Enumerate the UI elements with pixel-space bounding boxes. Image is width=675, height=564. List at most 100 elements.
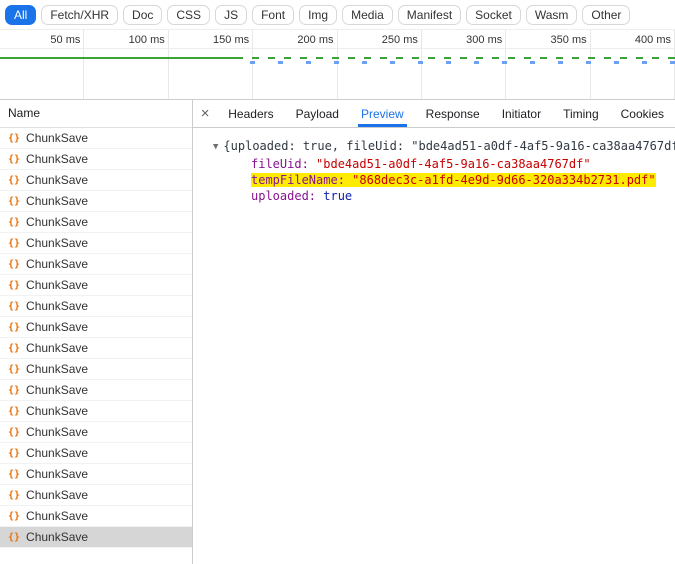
request-row[interactable]: {}ChunkSave <box>0 128 192 149</box>
timeline-gridline: 50 ms <box>0 30 84 99</box>
filter-manifest[interactable]: Manifest <box>398 5 461 25</box>
detail-tab-bar: × HeadersPayloadPreviewResponseInitiator… <box>193 100 675 128</box>
request-name: ChunkSave <box>26 425 88 439</box>
timeline-label: 350 ms <box>551 34 587 46</box>
request-row[interactable]: {} ChunkSave <box>0 296 192 317</box>
filter-socket[interactable]: Socket <box>466 5 521 25</box>
timeline-label: 100 ms <box>129 34 165 46</box>
tab-response[interactable]: Response <box>415 100 491 127</box>
request-row[interactable]: {}ChunkSave <box>0 254 192 275</box>
request-name: ChunkSave <box>26 299 88 313</box>
json-root-summary: {uploaded: true, fileUid: "bde4ad51-a0df… <box>223 139 675 153</box>
request-name: ChunkSave <box>26 467 88 481</box>
preview-pane: ▼ {uploaded: true, fileUid: "bde4ad51-a0d… <box>193 128 675 564</box>
timeline-request-dashes <box>250 61 675 64</box>
json-root-line[interactable]: ▼{uploaded: true, fileUid: "bde4ad51-a0d… <box>213 138 669 155</box>
request-name: ChunkSave <box>26 404 88 418</box>
timeline-gridline: 350 ms <box>506 30 590 99</box>
request-row[interactable]: {}ChunkSave <box>0 212 192 233</box>
timeline-grid: 50 ms100 ms150 ms200 ms250 ms300 ms350 m… <box>0 30 675 99</box>
tab-headers[interactable]: Headers <box>217 100 284 127</box>
expand-arrow-icon[interactable]: ▼ <box>213 139 218 155</box>
request-list-panel: Name {} ChunkSave {} ChunkSave {} ChunkSave {}… <box>0 100 193 564</box>
request-row[interactable]: {} ChunkSave <box>0 401 192 422</box>
network-overview-timeline[interactable]: 50 ms100 ms150 ms200 ms250 ms300 ms350 m… <box>0 30 675 100</box>
request-name: ChunkSave <box>26 446 88 460</box>
timeline-divider <box>0 48 675 49</box>
filter-wasm[interactable]: Wasm <box>526 5 578 25</box>
json-key: fileUid: <box>251 157 316 171</box>
filter-img[interactable]: Img <box>299 5 337 25</box>
request-row[interactable]: {}ChunkSave <box>0 233 192 254</box>
request-row[interactable]: {} ChunkSave <box>0 527 192 548</box>
tab-initiator[interactable]: Initiator <box>491 100 552 127</box>
close-icon[interactable]: × <box>193 100 217 127</box>
timeline-gridline: 400 ms <box>591 30 675 99</box>
timeline-gridline: 250 ms <box>338 30 422 99</box>
filter-css[interactable]: CSS <box>167 5 210 25</box>
timeline-label: 200 ms <box>297 34 333 46</box>
json-braces-icon: {} <box>8 364 20 375</box>
request-row[interactable]: {} ChunkSave <box>0 317 192 338</box>
request-row[interactable]: {}ChunkSave <box>0 422 192 443</box>
json-braces-icon: {} <box>8 406 20 417</box>
json-braces-icon: {} <box>8 280 20 291</box>
request-name: ChunkSave <box>26 194 88 208</box>
timeline-label: 400 ms <box>635 34 671 46</box>
request-detail-panel: × HeadersPayloadPreviewResponseInitiator… <box>193 100 675 564</box>
json-braces-icon: {} <box>8 175 20 186</box>
request-row[interactable]: {}ChunkSave <box>0 338 192 359</box>
network-filter-bar: AllFetch/XHRDocCSSJSFontImgMediaManifest… <box>0 0 675 30</box>
network-main-split: Name {} ChunkSave {} ChunkSave {} ChunkSave {}… <box>0 100 675 564</box>
tab-preview[interactable]: Preview <box>350 100 415 127</box>
filter-other[interactable]: Other <box>582 5 630 25</box>
request-row[interactable]: {} ChunkSave <box>0 359 192 380</box>
request-row[interactable]: {}ChunkSave <box>0 485 192 506</box>
request-row[interactable]: {}ChunkSave <box>0 464 192 485</box>
request-name: ChunkSave <box>26 383 88 397</box>
request-row[interactable]: {}ChunkSave <box>0 149 192 170</box>
json-properties: fileUid: "bde4ad51-a0df-4af5-9a16-ca38aa… <box>213 156 669 204</box>
request-row[interactable]: {} ChunkSave <box>0 170 192 191</box>
filter-all[interactable]: All <box>5 5 36 25</box>
request-name: ChunkSave <box>26 173 88 187</box>
json-property-tempFileName: tempFileName: "868dec3c-a1fd-4e9d-9d66-3… <box>251 172 669 188</box>
timeline-gridline: 100 ms <box>84 30 168 99</box>
name-column-header[interactable]: Name <box>0 100 192 128</box>
filter-media[interactable]: Media <box>342 5 393 25</box>
json-braces-icon: {} <box>8 532 20 543</box>
tab-timing[interactable]: Timing <box>552 100 610 127</box>
json-braces-icon: {} <box>8 238 20 249</box>
request-name: ChunkSave <box>26 131 88 145</box>
json-property-uploaded: uploaded: true <box>251 188 669 204</box>
json-braces-icon: {} <box>8 385 20 396</box>
request-row[interactable]: {} ChunkSave <box>0 380 192 401</box>
filter-doc[interactable]: Doc <box>123 5 162 25</box>
filter-js[interactable]: JS <box>215 5 247 25</box>
request-name: ChunkSave <box>26 341 88 355</box>
json-braces-icon: {} <box>8 301 20 312</box>
timeline-label: 250 ms <box>382 34 418 46</box>
json-braces-icon: {} <box>8 490 20 501</box>
request-name: ChunkSave <box>26 320 88 334</box>
timeline-gridline: 200 ms <box>253 30 337 99</box>
json-key: uploaded: <box>251 189 323 203</box>
request-name: ChunkSave <box>26 257 88 271</box>
request-name: ChunkSave <box>26 362 88 376</box>
filter-font[interactable]: Font <box>252 5 294 25</box>
json-value: true <box>323 189 352 203</box>
request-name: ChunkSave <box>26 278 88 292</box>
filter-fetch-xhr[interactable]: Fetch/XHR <box>41 5 118 25</box>
json-braces-icon: {} <box>8 511 20 522</box>
request-row[interactable]: {}ChunkSave <box>0 443 192 464</box>
json-braces-icon: {} <box>8 217 20 228</box>
json-braces-icon: {} <box>8 322 20 333</box>
tab-payload[interactable]: Payload <box>285 100 350 127</box>
json-value: "bde4ad51-a0df-4af5-9a16-ca38aa4767df" <box>316 157 591 171</box>
request-row[interactable]: {}ChunkSave <box>0 191 192 212</box>
timeline-activity-line <box>0 57 236 59</box>
request-name: ChunkSave <box>26 530 88 544</box>
tab-cookies[interactable]: Cookies <box>610 100 675 127</box>
request-row[interactable]: {}ChunkSave <box>0 506 192 527</box>
request-row[interactable]: {} ChunkSave <box>0 275 192 296</box>
